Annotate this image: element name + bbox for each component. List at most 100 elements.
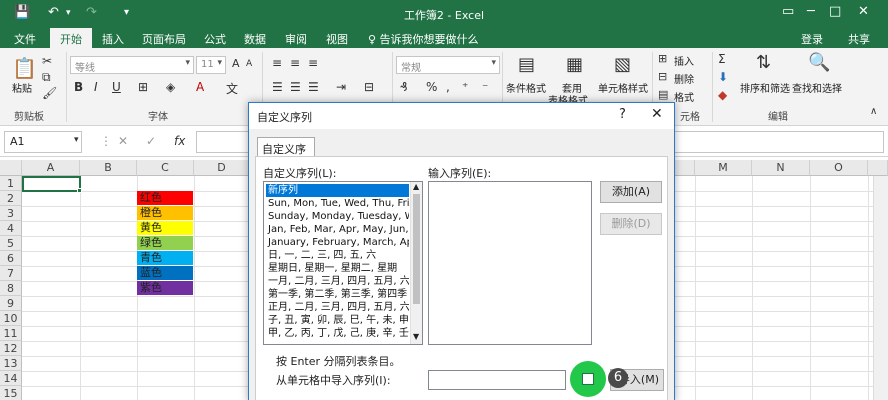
merge-icon[interactable]: ⊟ (364, 80, 374, 94)
row-header[interactable]: 1 (0, 176, 22, 191)
row-header[interactable]: 15 (0, 386, 22, 400)
maximize-icon[interactable]: □ (829, 4, 841, 19)
conditional-format-icon[interactable]: ▤ (518, 54, 535, 75)
vertical-scrollbar[interactable] (873, 176, 888, 400)
tab-formulas[interactable]: 公式 (204, 31, 226, 47)
collapse-ribbon-icon[interactable]: ∧ (870, 106, 877, 117)
list-entries-textarea[interactable] (428, 181, 592, 345)
format-cells-label[interactable]: 格式 (674, 89, 694, 104)
help-icon[interactable]: ? (619, 107, 626, 122)
column-header-partial[interactable] (675, 160, 695, 176)
list-item[interactable]: Jan, Feb, Mar, Apr, May, Jun, J (266, 223, 409, 236)
insert-function-icon[interactable]: fx (174, 134, 185, 148)
sort-filter-label[interactable]: 排序和筛选 (740, 80, 790, 95)
format-cells-icon[interactable]: ▤ (658, 88, 668, 101)
delete-cells-label[interactable]: 删除 (674, 71, 694, 86)
scroll-thumb[interactable] (413, 194, 420, 304)
list-item[interactable]: 新序列 (266, 184, 409, 197)
decrease-decimal-icon[interactable]: ⁻ (482, 80, 488, 94)
select-all-corner[interactable] (0, 160, 22, 176)
paste-icon[interactable]: 📋 (12, 56, 37, 80)
column-header[interactable]: D (194, 160, 250, 176)
list-item[interactable]: 子, 丑, 寅, 卯, 辰, 巳, 午, 未, 申, 酉 (266, 314, 409, 327)
find-select-icon[interactable]: 🔍 (808, 52, 830, 73)
name-box[interactable]: A1 (4, 131, 82, 153)
scroll-up-icon[interactable]: ▲ (413, 182, 419, 191)
format-painter-icon[interactable]: 🖌 (42, 86, 57, 100)
color-cell[interactable]: 青色 (137, 251, 193, 265)
align-top-icon[interactable]: ≡ (272, 56, 282, 70)
shrink-font-icon[interactable]: A (246, 59, 252, 69)
ribbon-options-icon[interactable]: ▭ (782, 4, 794, 19)
tab-review[interactable]: 审阅 (285, 31, 307, 47)
column-header-partial[interactable] (868, 160, 888, 176)
name-box-dropdown-icon[interactable]: ▾ (74, 135, 79, 145)
column-header[interactable]: A (22, 160, 80, 176)
list-item[interactable]: Sunday, Monday, Tuesday, Wed (266, 210, 409, 223)
align-left-icon[interactable]: ☰ (272, 80, 283, 94)
borders-icon[interactable]: ⊞ (138, 80, 148, 94)
insert-cells-label[interactable]: 插入 (674, 53, 694, 68)
scroll-down-icon[interactable]: ▼ (413, 332, 419, 341)
tab-file[interactable]: 文件 (14, 31, 36, 47)
list-item[interactable]: 第一季, 第二季, 第三季, 第四季 (266, 288, 409, 301)
copy-icon[interactable]: ⧉ (42, 70, 51, 85)
column-header[interactable]: C (137, 160, 194, 176)
insert-cells-icon[interactable]: ⊞ (658, 52, 667, 65)
fill-color-icon[interactable]: ◈ (166, 80, 175, 94)
import-range-input[interactable] (428, 370, 566, 390)
tell-me-search[interactable]: ♀ 告诉我你想要做什么 (368, 31, 479, 47)
align-middle-icon[interactable]: ≡ (290, 56, 300, 70)
tab-insert[interactable]: 插入 (102, 31, 124, 47)
delete-button[interactable]: 删除(D) (600, 213, 662, 235)
list-item[interactable]: 正月, 二月, 三月, 四月, 五月, 六月, (266, 301, 409, 314)
phonetic-icon[interactable]: 文 (226, 80, 238, 97)
row-header[interactable]: 8 (0, 281, 22, 296)
row-header[interactable]: 11 (0, 326, 22, 341)
currency-icon[interactable]: ₰ (400, 80, 408, 94)
color-cell[interactable]: 紫色 (137, 281, 193, 295)
close-icon[interactable]: ✕ (858, 4, 869, 19)
sort-filter-icon[interactable]: ⇅ (756, 52, 771, 73)
autosum-icon[interactable]: Σ (718, 52, 726, 66)
format-as-table-icon[interactable]: ▦ (566, 54, 583, 75)
share-button[interactable]: 共享 (848, 31, 870, 47)
tab-home[interactable]: 开始 (50, 28, 92, 48)
cell-styles-icon[interactable]: ▧ (614, 54, 631, 75)
list-item[interactable]: 星期日, 星期一, 星期二, 星期 (266, 262, 409, 275)
indent-icon[interactable]: ⇥ (336, 80, 346, 94)
delete-cells-icon[interactable]: ⊟ (658, 70, 667, 83)
bold-icon[interactable]: B (74, 80, 83, 94)
range-picker-button[interactable] (570, 361, 606, 397)
enter-icon[interactable]: ✓ (146, 134, 156, 148)
row-header[interactable]: 6 (0, 251, 22, 266)
column-header[interactable]: B (80, 160, 137, 176)
minimize-icon[interactable]: ─ (807, 4, 815, 19)
tab-custom-lists[interactable]: 自定义序列 (257, 137, 315, 172)
close-icon[interactable]: ✕ (651, 106, 663, 122)
active-cell-a1[interactable] (22, 176, 81, 192)
fill-handle[interactable] (77, 188, 82, 193)
column-header[interactable]: M (695, 160, 752, 176)
color-cell[interactable]: 红色 (137, 191, 193, 205)
fill-icon[interactable]: ⬇ (718, 70, 728, 84)
list-item[interactable]: 甲, 乙, 丙, 丁, 戊, 己, 庚, 辛, 壬, 癸 (266, 327, 409, 340)
tab-data[interactable]: 数据 (244, 31, 266, 47)
list-item[interactable]: January, February, March, April (266, 236, 409, 249)
column-header[interactable]: N (752, 160, 810, 176)
list-item[interactable]: Sun, Mon, Tue, Wed, Thu, Fri, S (266, 197, 409, 210)
font-name-combo[interactable]: 等线 ▾ (70, 56, 194, 74)
list-item[interactable]: 一月, 二月, 三月, 四月, 五月, 六月, (266, 275, 409, 288)
color-cell[interactable]: 黄色 (137, 221, 193, 235)
row-header[interactable]: 4 (0, 221, 22, 236)
percent-icon[interactable]: % (426, 80, 437, 94)
cell-styles-label[interactable]: 单元格样式 (598, 80, 648, 95)
row-header[interactable]: 5 (0, 236, 22, 251)
increase-decimal-icon[interactable]: ⁺ (462, 80, 468, 94)
color-cell[interactable]: 蓝色 (137, 266, 193, 280)
row-header[interactable]: 2 (0, 191, 22, 206)
list-item[interactable]: 日, 一, 二, 三, 四, 五, 六 (266, 249, 409, 262)
paste-label[interactable]: 粘贴 (12, 80, 32, 95)
tab-page-layout[interactable]: 页面布局 (142, 31, 186, 47)
align-bottom-icon[interactable]: ≡ (308, 56, 318, 70)
